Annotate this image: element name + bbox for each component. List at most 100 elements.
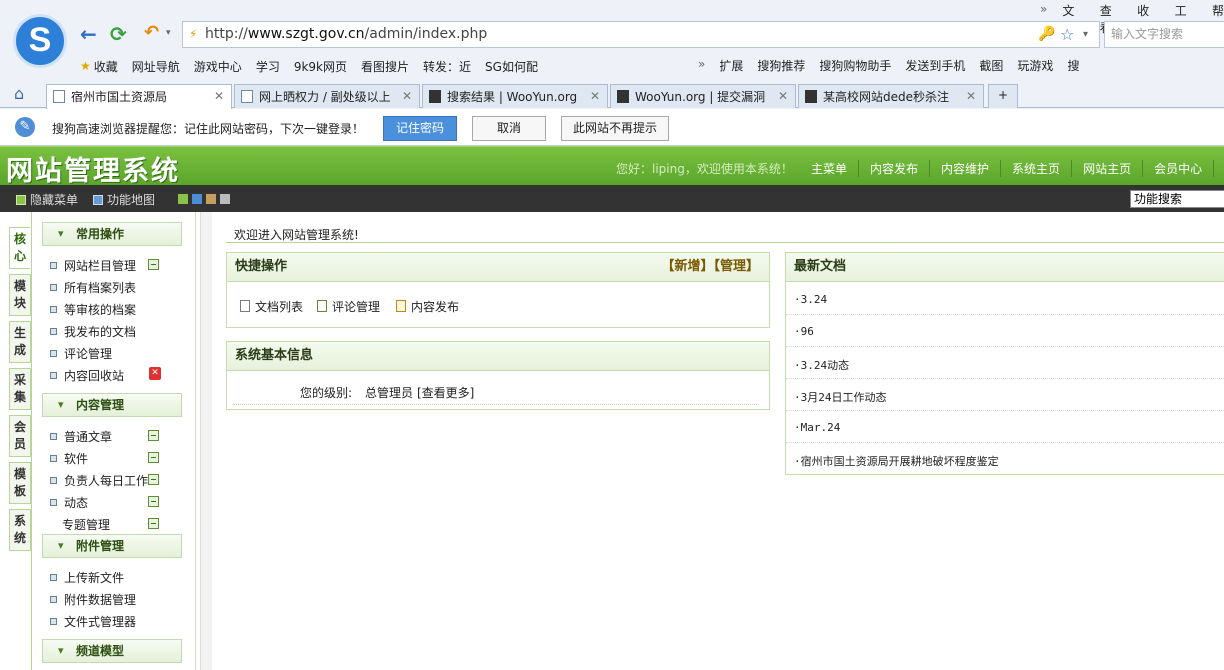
address-dropdown-icon[interactable]: ▾ (1083, 22, 1088, 47)
fav-item-extend[interactable]: 扩展 (719, 57, 743, 74)
doc-item[interactable]: ·Mar.24 (794, 421, 1224, 434)
tab-dede[interactable]: 某高校网站dede秒杀注 ✕ (798, 84, 984, 108)
menu-item-columns[interactable]: 网站栏目管理 (50, 257, 136, 274)
menu-item-pending[interactable]: 等审核的档案 (50, 301, 136, 318)
tab-core[interactable]: 核心 (9, 227, 31, 269)
fav-item-forward[interactable]: 转发：近 (423, 58, 471, 75)
fav-item-search[interactable]: 搜 (1067, 57, 1079, 74)
fav-item-send-phone[interactable]: 发送到手机 (905, 57, 965, 74)
nav-main-menu[interactable]: 主菜单 (800, 160, 858, 177)
nav-publish[interactable]: 内容发布 (858, 160, 929, 177)
tab-szgt[interactable]: 宿州市国土资源局 ✕ (46, 84, 232, 109)
add-icon[interactable] (148, 496, 159, 507)
tab-members[interactable]: 会员 (9, 415, 31, 457)
quick-comments[interactable]: 评论管理 (317, 298, 380, 315)
skin-gray-icon[interactable] (220, 194, 230, 204)
menu-item-my-docs[interactable]: 我发布的文档 (50, 323, 136, 340)
group-content[interactable]: 内容管理 (42, 393, 182, 417)
close-icon[interactable]: ✕ (590, 89, 600, 103)
quick-doc-list[interactable]: 文档列表 (240, 298, 303, 315)
close-icon[interactable]: ✕ (966, 89, 976, 103)
sidebar-splitter[interactable] (200, 212, 212, 670)
menu-item-comments[interactable]: 评论管理 (50, 345, 112, 362)
close-icon[interactable]: ✕ (402, 89, 412, 103)
view-more-link[interactable]: [查看更多] (417, 384, 474, 401)
function-search-input[interactable]: 功能搜索 (1130, 190, 1224, 208)
menu-item-topics[interactable]: 专题管理 (62, 516, 110, 533)
close-icon[interactable]: ✕ (214, 89, 224, 103)
fav-item-play-games[interactable]: 玩游戏 (1017, 57, 1053, 74)
doc-item[interactable]: ·3月24日工作动态 (794, 389, 1224, 405)
hide-menu-button[interactable]: 隐藏菜单 (16, 191, 78, 208)
function-map-button[interactable]: 功能地图 (93, 191, 155, 208)
add-icon[interactable] (148, 430, 159, 441)
fav-item-study[interactable]: 学习 (256, 58, 280, 75)
key-icon[interactable]: 🔑 (1038, 22, 1055, 47)
never-prompt-button[interactable]: 此网站不再提示 (561, 116, 669, 141)
star-icon[interactable]: ☆ (1060, 22, 1074, 47)
nav-maintain[interactable]: 内容维护 (929, 160, 1000, 177)
add-icon[interactable] (148, 474, 159, 485)
home-icon[interactable]: ⌂ (14, 84, 24, 103)
nav-member-center[interactable]: 会员中心 (1142, 160, 1213, 177)
menu-item-file-manager[interactable]: 文件式管理器 (50, 613, 136, 630)
skin-green-icon[interactable] (178, 194, 188, 204)
tab-modules[interactable]: 模块 (9, 274, 31, 316)
tab-power[interactable]: 网上晒权力 / 副处级以上 ✕ (234, 84, 420, 108)
favbar-expand-icon[interactable]: » (698, 57, 705, 74)
add-icon[interactable] (148, 452, 159, 463)
doc-item[interactable]: ·3.24动态 (794, 357, 1224, 373)
tab-system[interactable]: 系统 (9, 509, 31, 551)
nav-system-home[interactable]: 系统主页 (1000, 160, 1071, 177)
greeting-text: 您好：liping，欢迎使用本系统！ (616, 162, 793, 176)
nav-logout[interactable]: 注 (1213, 160, 1224, 177)
skin-blue-icon[interactable] (192, 194, 202, 204)
skin-brown-icon[interactable] (206, 194, 216, 204)
fav-item-shopping[interactable]: 搜狗购物助手 (819, 57, 891, 74)
fav-item-sg[interactable]: SG如何配 (485, 58, 538, 75)
menu-item-recycle[interactable]: 内容回收站 (50, 367, 124, 384)
sogou-logo-icon[interactable] (13, 14, 67, 68)
tab-wooyun-search[interactable]: 搜索结果 | WooYun.org ✕ (422, 84, 608, 108)
doc-item[interactable]: ·宿州市国土资源局开展耕地破坏程度鉴定 (794, 453, 1224, 469)
tab-generate[interactable]: 生成 (9, 321, 31, 363)
menu-item-daily-work[interactable]: 负责人每日工作 (50, 472, 148, 489)
menu-item-upload[interactable]: 上传新文件 (50, 569, 124, 586)
menu-item-software[interactable]: 软件 (50, 450, 88, 467)
quick-publish[interactable]: 内容发布 (396, 298, 459, 315)
doc-item[interactable]: ·3.24 (794, 293, 1224, 306)
fav-item-collect[interactable]: 收藏 (94, 58, 118, 75)
tab-collect[interactable]: 采集 (9, 368, 31, 410)
menu-item-news[interactable]: 动态 (50, 494, 88, 511)
remember-password-button[interactable]: 记住密码 (383, 116, 457, 141)
nav-site-home[interactable]: 网站主页 (1071, 160, 1142, 177)
doc-item[interactable]: ·96 (794, 325, 1224, 338)
fav-item-screenshot[interactable]: 截图 (979, 57, 1003, 74)
fav-item-games[interactable]: 游戏中心 (194, 58, 242, 75)
add-icon[interactable] (148, 518, 159, 529)
undo-dropdown-icon[interactable]: ▾ (166, 28, 171, 38)
menu-item-all-archives[interactable]: 所有档案列表 (50, 279, 136, 296)
new-tab-button[interactable]: + (988, 84, 1018, 108)
back-icon[interactable]: ← (80, 22, 97, 46)
add-manage-links[interactable]: 【新增】【管理】 (661, 253, 759, 281)
clear-icon[interactable]: ✕ (149, 367, 161, 380)
refresh-icon[interactable]: ⟳ (110, 22, 127, 46)
fav-item-nav[interactable]: 网址导航 (132, 58, 180, 75)
search-input[interactable]: 输入文字搜索 (1104, 21, 1224, 48)
tab-wooyun-submit[interactable]: WooYun.org | 提交漏洞 ✕ (610, 84, 796, 108)
address-bar[interactable]: ⚡ http://www.szgt.gov.cn/admin/index.php… (182, 21, 1100, 48)
group-channel-models[interactable]: 频道模型 (42, 639, 182, 663)
group-common[interactable]: 常用操作 (42, 222, 182, 246)
undo-icon[interactable]: ↶ (144, 22, 159, 43)
close-icon[interactable]: ✕ (778, 89, 788, 103)
fav-item-image-search[interactable]: 看图搜片 (361, 58, 409, 75)
menu-item-attach-data[interactable]: 附件数据管理 (50, 591, 136, 608)
tab-templates[interactable]: 模板 (9, 462, 31, 504)
group-attachments[interactable]: 附件管理 (42, 534, 182, 558)
add-icon[interactable] (148, 259, 159, 270)
cancel-button[interactable]: 取消 (472, 116, 546, 141)
fav-item-9k9k[interactable]: 9k9k网页 (294, 58, 347, 75)
menu-item-articles[interactable]: 普通文章 (50, 428, 112, 445)
fav-item-sogou-recommend[interactable]: 搜狗推荐 (757, 57, 805, 74)
